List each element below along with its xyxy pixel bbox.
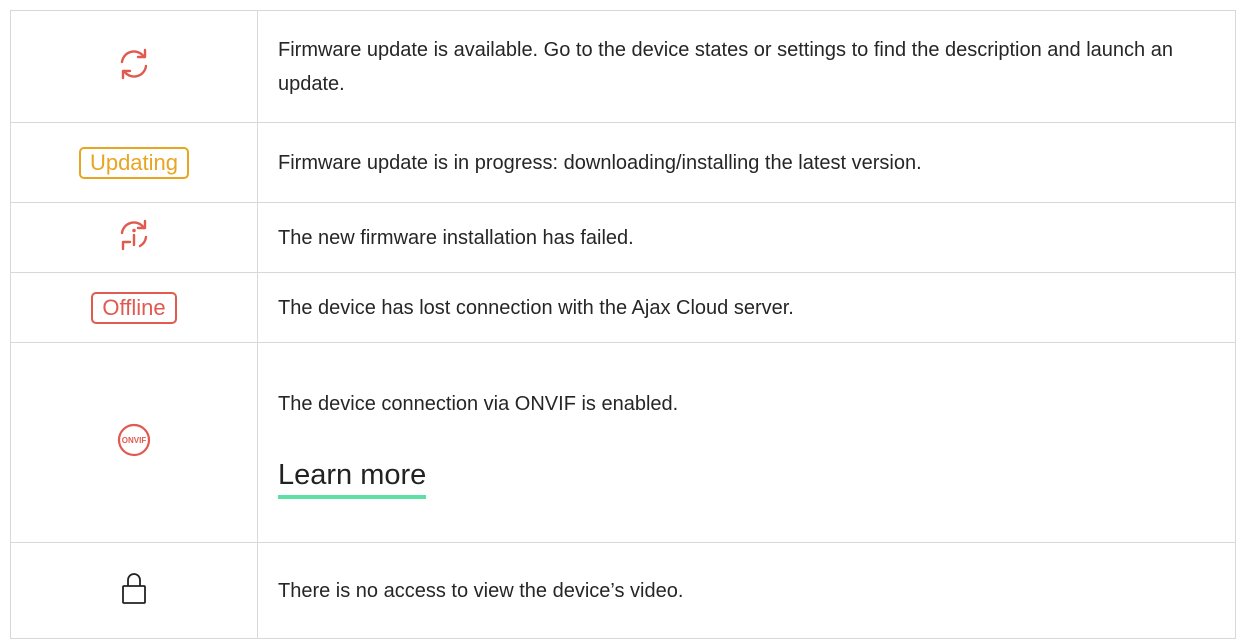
learn-more-link[interactable]: Learn more	[278, 457, 427, 499]
description-cell: There is no access to view the device’s …	[257, 542, 1236, 639]
update-failed-icon	[117, 218, 151, 257]
table-row: Firmware update is available. Go to the …	[10, 10, 1236, 123]
description-cell: Firmware update is available. Go to the …	[257, 10, 1236, 123]
onvif-icon-label: ONVIF	[122, 436, 147, 445]
offline-badge: Offline	[91, 291, 177, 324]
icon-cell	[10, 202, 258, 273]
onvif-icon: ONVIF	[117, 423, 151, 462]
onvif-description: The device connection via ONVIF is enabl…	[278, 392, 679, 415]
lock-icon	[117, 571, 151, 610]
table-row: ONVIF The device connection via ONVIF is…	[10, 342, 1236, 543]
refresh-icon	[117, 47, 151, 86]
description-cell: Firmware update is in progress: download…	[257, 122, 1236, 203]
table-row: Updating Firmware update is in progress:…	[10, 122, 1236, 203]
description-cell: The new firmware installation has failed…	[257, 202, 1236, 273]
icon-cell: Updating	[10, 122, 258, 203]
description-cell: The device connection via ONVIF is enabl…	[257, 342, 1236, 543]
icon-cell: Offline	[10, 272, 258, 343]
icon-cell: ONVIF	[10, 342, 258, 543]
status-icons-table: Firmware update is available. Go to the …	[10, 10, 1236, 639]
table-row: The new firmware installation has failed…	[10, 202, 1236, 273]
table-row: Offline The device has lost connection w…	[10, 272, 1236, 343]
table-row: There is no access to view the device’s …	[10, 542, 1236, 639]
updating-badge: Updating	[78, 146, 190, 179]
icon-cell	[10, 542, 258, 639]
icon-cell	[10, 10, 258, 123]
description-cell: The device has lost connection with the …	[257, 272, 1236, 343]
